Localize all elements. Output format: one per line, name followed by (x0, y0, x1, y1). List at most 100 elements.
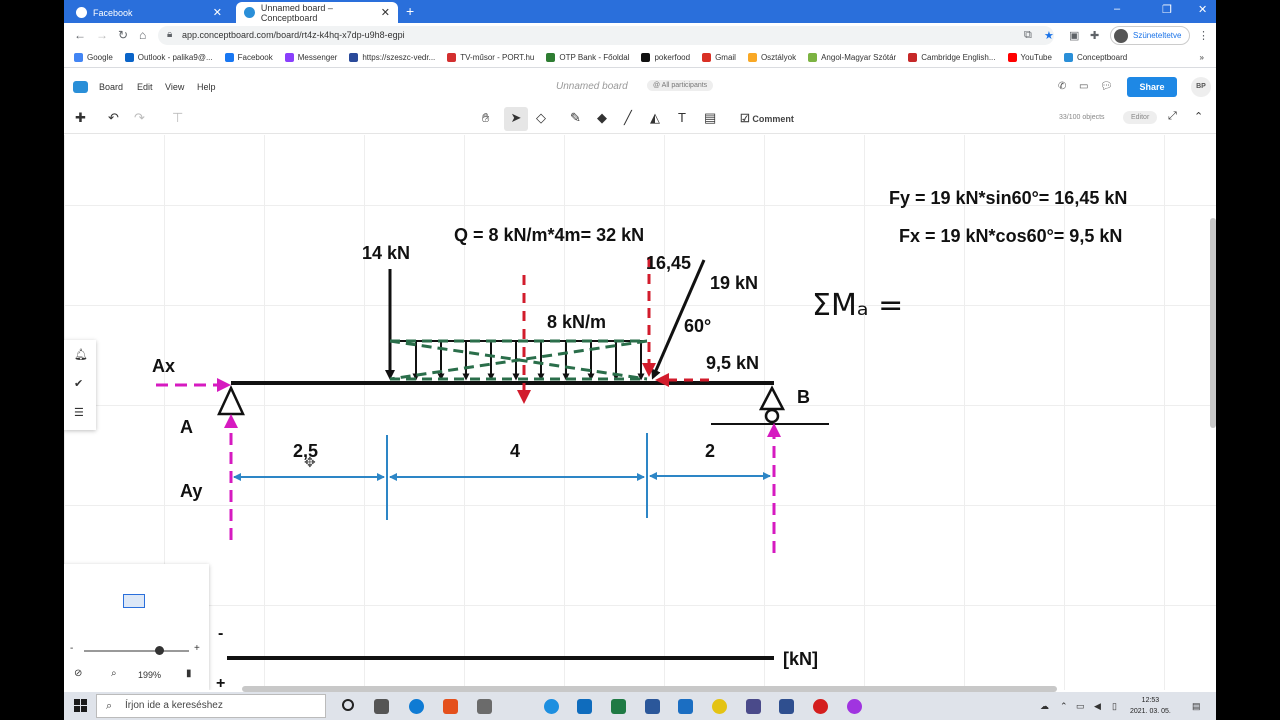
menu-help[interactable]: Help (197, 82, 216, 92)
participants-badge[interactable]: @ All participants (647, 80, 714, 91)
phone-icon[interactable]: ✆ (1058, 81, 1066, 92)
minimap-viewport[interactable] (123, 594, 145, 608)
add-icon[interactable]: ✚ (75, 110, 86, 126)
taskbar-clock[interactable]: 12:53 2021. 03. 05. (1130, 695, 1171, 717)
comment-button[interactable]: ☑ Comment (740, 112, 794, 125)
tray-volume-icon[interactable]: ◀ (1094, 701, 1101, 712)
mouse-icon[interactable]: ▮ (186, 668, 192, 679)
redo-icon[interactable]: ↷ (134, 110, 145, 126)
chat-icon[interactable]: 💬︎ (1100, 81, 1113, 92)
bookmark-item[interactable]: OTP Bank - Főoldal (546, 52, 629, 62)
share-button[interactable]: Share (1127, 77, 1177, 97)
select-pointer-icon[interactable]: ➤ (504, 107, 528, 131)
tray-battery-icon[interactable]: ▯ (1112, 701, 1117, 712)
bookmark-item[interactable]: Messenger (284, 52, 337, 62)
reload-icon[interactable]: ↻ (118, 28, 128, 42)
close-tab-icon[interactable]: ✕ (381, 6, 390, 19)
bookmark-item[interactable]: pokerfood (641, 52, 690, 62)
diagram-plus[interactable]: + (216, 675, 225, 690)
zoom-level[interactable]: 199% (138, 670, 161, 680)
bookmark-item[interactable]: Outlook - palika9@... (124, 52, 213, 62)
taskbar-search[interactable]: ⌕ Írjon ide a kereséshez (96, 694, 326, 718)
new-tab-button[interactable]: + (406, 3, 414, 19)
menu-edit[interactable]: Edit (137, 82, 153, 92)
list-icon[interactable]: ☰ (74, 406, 84, 419)
bookmark-item[interactable]: Cambridge English... (908, 52, 996, 62)
bookmark-item[interactable]: Angol-Magyar Szótár (808, 52, 896, 62)
whiteboard-canvas[interactable]: Fy = 19 kN*sin60°= 16,45 kN Fx = 19 kN*c… (64, 135, 1216, 690)
line-icon[interactable]: ╱ (624, 110, 632, 126)
collapse-icon[interactable]: ⌃ (1194, 110, 1203, 123)
zoom-out-minus[interactable]: - (70, 643, 73, 654)
zoom-slider-knob[interactable] (155, 646, 164, 655)
compass-icon[interactable]: ⊘ (74, 668, 82, 679)
reaction-ay-label[interactable]: Ay (180, 481, 202, 501)
formula-q[interactable]: Q = 8 kN/m*4m= 32 kN (454, 225, 644, 245)
bookmark-star-icon[interactable]: ★ (1044, 29, 1054, 42)
edge-icon[interactable] (409, 699, 424, 714)
reaction-ax-label[interactable]: Ax (152, 356, 175, 376)
zoom-magnifier-icon[interactable]: ⌕ (111, 668, 117, 679)
record-app-icon[interactable] (813, 699, 828, 714)
bookmark-item[interactable]: Facebook (224, 52, 273, 62)
bookmark-item[interactable]: Conceptboard (1063, 52, 1127, 62)
marker-icon[interactable]: ◆ (597, 110, 607, 126)
notification-icon[interactable]: ▤ (1192, 701, 1201, 712)
bookmark-item[interactable]: Google (74, 52, 113, 62)
roller-support-b[interactable] (758, 385, 786, 411)
dimension-2-label[interactable]: 4 (510, 441, 520, 461)
diagram-minus[interactable]: - (218, 625, 223, 642)
inclined-load-label[interactable]: 19 kN (710, 273, 758, 293)
bookmark-item[interactable]: TV-műsor - PORT.hu (447, 52, 534, 62)
vertical-component-label[interactable]: 16,45 (646, 253, 691, 273)
support-a-label[interactable]: A (180, 417, 193, 437)
diagram-unit[interactable]: [kN] (783, 649, 818, 669)
text-icon[interactable]: T (678, 110, 686, 125)
dimension-3-label[interactable]: 2 (705, 441, 715, 461)
puzzle-icon[interactable]: ✚ (1090, 29, 1099, 42)
point-load-label[interactable]: 14 kN (362, 243, 410, 263)
shapes-icon[interactable]: ◭ (650, 110, 660, 126)
tray-chevron-icon[interactable]: ⌃ (1060, 701, 1068, 712)
menu-board[interactable]: Board (99, 82, 123, 92)
windows-start-icon[interactable] (74, 699, 87, 712)
excel-icon[interactable] (611, 699, 626, 714)
bookmarks-more-icon[interactable]: » (1200, 53, 1204, 62)
mail-icon[interactable] (678, 699, 693, 714)
zoom-in-plus[interactable]: + (194, 643, 200, 654)
address-bar[interactable]: 🔒︎ app.conceptboard.com/board/rt4z-k4hq-… (158, 26, 1054, 45)
board-title[interactable]: Unnamed board (556, 81, 628, 92)
close-window-button[interactable]: ✕ (1198, 3, 1207, 16)
moment-equation[interactable]: ΣMₐ = (812, 288, 903, 323)
bookmark-item[interactable]: Gmail (702, 52, 736, 62)
home-icon[interactable]: ⌂ (139, 28, 146, 42)
chrome-icon[interactable] (712, 699, 727, 714)
store-icon[interactable] (477, 699, 492, 714)
vertical-scrollbar[interactable] (1210, 218, 1216, 428)
kebab-menu-icon[interactable]: ⋮ (1198, 29, 1209, 42)
save-app-icon[interactable] (779, 699, 794, 714)
file-explorer-icon[interactable] (746, 699, 761, 714)
hand-icon[interactable]: ✋︎ (482, 110, 489, 126)
translate-icon[interactable]: ⧉ (1024, 29, 1032, 42)
bookmark-item[interactable]: YouTube (1007, 52, 1052, 62)
task-view-icon[interactable] (374, 699, 389, 714)
tray-network-icon[interactable]: ▭ (1076, 701, 1085, 712)
bell-icon[interactable]: 🔔︎ (74, 348, 88, 361)
dist-load-label[interactable]: 8 kN/m (547, 312, 606, 332)
forward-arrow-icon[interactable]: → (96, 28, 108, 42)
user-avatar[interactable]: BP (1191, 77, 1211, 97)
conceptboard-logo[interactable] (73, 81, 88, 93)
fullscreen-icon[interactable]: ⤢ (1168, 110, 1177, 123)
outlook-icon[interactable] (577, 699, 592, 714)
menu-view[interactable]: View (165, 82, 184, 92)
formula-fx[interactable]: Fx = 19 kN*cos60°= 9,5 kN (899, 226, 1122, 246)
present-icon[interactable]: ▭ (1079, 81, 1088, 92)
browser-tab-conceptboard[interactable]: Unnamed board – Conceptboard ✕ (236, 2, 398, 23)
teamviewer-icon[interactable] (544, 699, 559, 714)
pen-icon[interactable]: ✎ (570, 110, 581, 126)
extension-icon[interactable]: ▣ (1069, 29, 1079, 42)
undo-icon[interactable]: ↶ (108, 110, 119, 126)
office-icon[interactable] (443, 699, 458, 714)
bookmark-item[interactable]: https://szeszc-vedr... (349, 52, 435, 62)
